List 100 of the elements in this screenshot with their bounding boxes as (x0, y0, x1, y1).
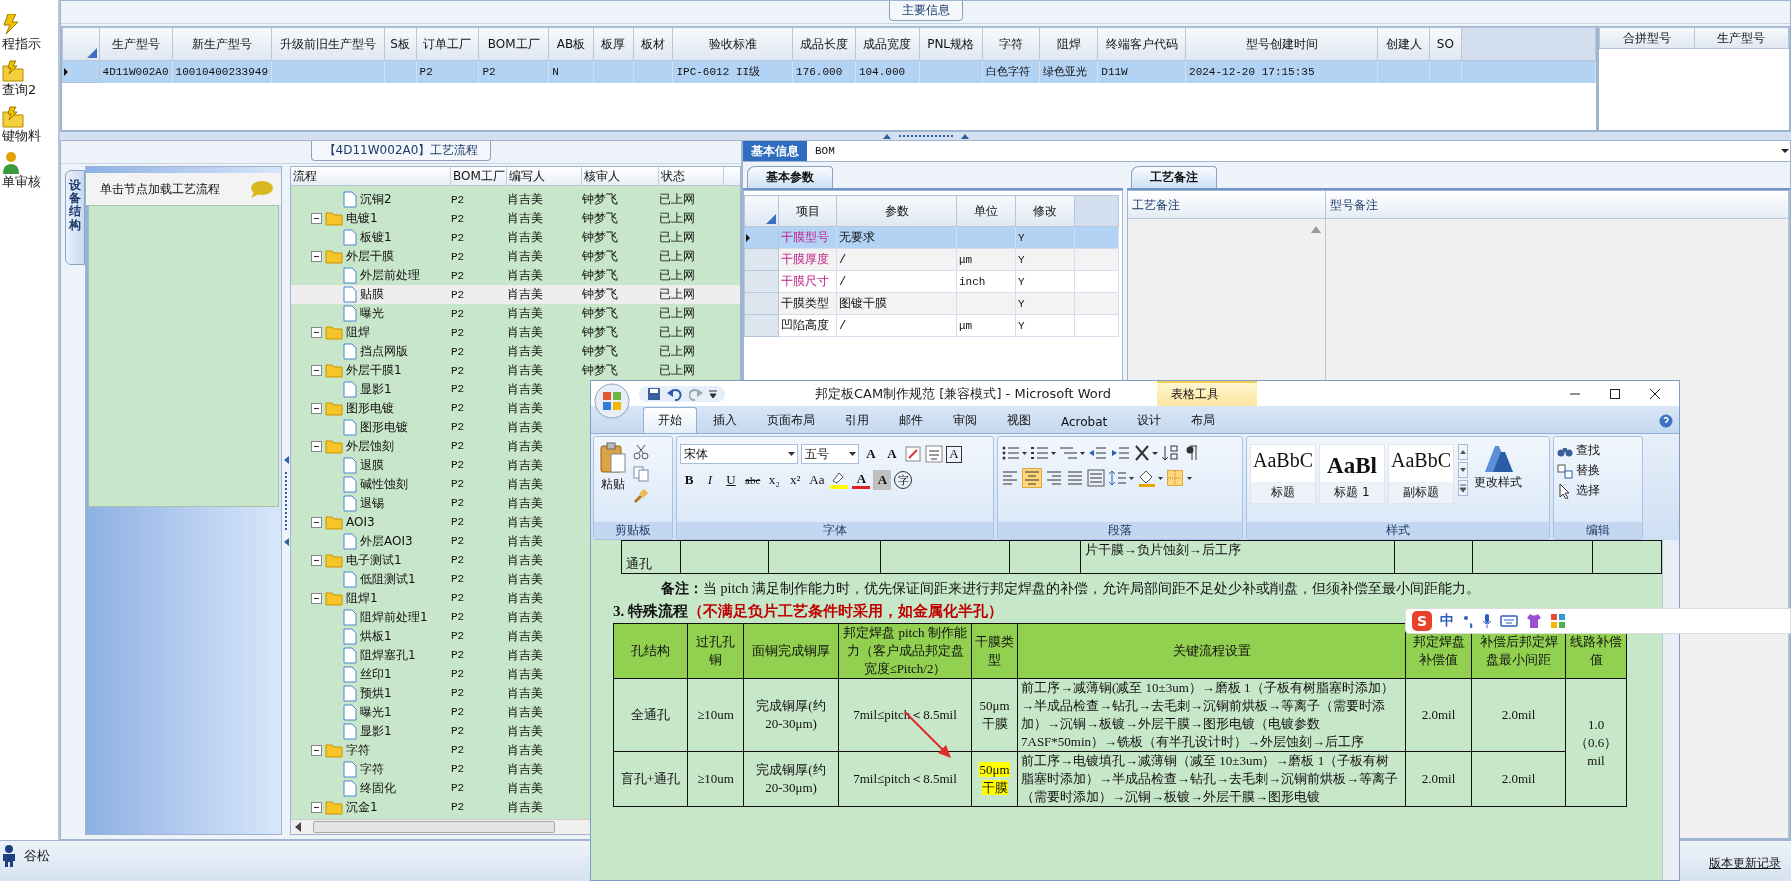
column-header[interactable]: BOM工厂 (451, 167, 507, 185)
tree-row[interactable]: 阻焊1 P2 肖吉美 (291, 589, 582, 608)
paste-button[interactable]: 粘贴 (597, 440, 629, 519)
collapse-icon[interactable] (311, 365, 322, 376)
ime-logo[interactable]: S (1412, 611, 1432, 631)
splitter-grip-icon[interactable] (880, 133, 971, 139)
column-header[interactable]: 型号备注 (1326, 191, 1789, 219)
format-button[interactable]: x² (786, 470, 805, 490)
tree-row[interactable]: 沉铜2 P2 肖吉美 钟梦飞 已上网 (291, 190, 740, 209)
format-button[interactable]: A (873, 470, 892, 490)
collapse-icon[interactable] (311, 744, 322, 756)
scroll-up-icon[interactable] (1458, 444, 1468, 460)
table-row[interactable]: 干膜厚度 / μm Y (744, 248, 1119, 271)
column-header[interactable]: 单位 (956, 195, 1016, 227)
column-header[interactable]: 升级前旧生产型号 (271, 27, 385, 61)
save-icon[interactable] (647, 386, 661, 401)
table-row[interactable]: 干膜型号 无要求 Y (744, 226, 1119, 249)
tree-row[interactable]: 曝光 P2 肖吉美 钟梦飞 已上网 (291, 304, 740, 323)
column-header[interactable]: 验收标准 (672, 27, 793, 61)
tree-row[interactable]: 挡点网版 P2 肖吉美 钟梦飞 已上网 (291, 342, 740, 361)
tree-row[interactable]: 终固化 P2 肖吉美 (291, 779, 582, 798)
format-button[interactable]: x₂ (765, 470, 784, 490)
customize-caret-icon[interactable] (709, 388, 717, 399)
tree-row[interactable]: 碱性蚀刻 P2 肖吉美 (291, 475, 582, 494)
tree-row[interactable]: 阻焊前处理1 P2 肖吉美 (291, 608, 582, 627)
font-name-field[interactable]: 宋体 (680, 444, 798, 464)
column-header[interactable]: 工艺备注 (1128, 191, 1326, 219)
collapse-icon[interactable] (311, 592, 322, 604)
side-tab[interactable]: 设备结构 (65, 170, 85, 265)
tree-row[interactable]: AOI3 P2 肖吉美 (291, 513, 582, 532)
align-center-icon[interactable] (1022, 468, 1042, 488)
collapse-icon[interactable] (311, 554, 322, 566)
tab[interactable]: 基本信息 (743, 141, 807, 161)
column-header[interactable]: S板 (384, 27, 417, 61)
help-icon[interactable] (1659, 414, 1673, 428)
multilevel-list-icon[interactable] (1059, 444, 1085, 462)
microphone-icon[interactable] (1482, 613, 1492, 629)
column-header[interactable]: 创建人 (1377, 27, 1430, 61)
more-icon[interactable] (1458, 480, 1468, 496)
ribbon-tab[interactable]: 审阅 (939, 408, 991, 433)
grid-icon[interactable] (1550, 613, 1566, 629)
align-left-icon[interactable] (1001, 469, 1019, 487)
line-spacing-icon[interactable] (1108, 469, 1134, 487)
numbered-list-icon[interactable] (1030, 444, 1056, 462)
nav-item[interactable]: 键物料 (0, 106, 58, 144)
format-button[interactable]: A (946, 445, 962, 463)
tab[interactable]: 基本参数 (747, 166, 833, 188)
nav-item[interactable]: 程指示 (0, 14, 58, 52)
column-header[interactable]: 状态 (659, 167, 724, 185)
nav-item[interactable]: 查询2 (0, 60, 58, 98)
tree-row[interactable]: 字符 P2 肖吉美 (291, 760, 582, 779)
format-button[interactable]: U (722, 470, 740, 490)
tree-row[interactable]: 退锡 P2 肖吉美 (291, 494, 582, 513)
tree-row[interactable]: 低阻测试1 P2 肖吉美 (291, 570, 582, 589)
tree-row[interactable]: 电镀1 P2 肖吉美 钟梦飞 已上网 (291, 209, 740, 228)
column-header[interactable]: 项目 (778, 195, 837, 227)
tree-row[interactable]: 曝光1 P2 肖吉美 (291, 703, 582, 722)
phonetic-guide-icon[interactable] (925, 445, 943, 463)
column-header[interactable]: AB板 (548, 27, 594, 61)
tree-row[interactable]: 外层干膜1 P2 肖吉美 钟梦飞 已上网 (291, 361, 740, 380)
format-button[interactable]: Aa (807, 470, 827, 490)
editing-button[interactable]: 查找 (1557, 442, 1600, 459)
increase-indent-icon[interactable] (1111, 444, 1131, 462)
shirt-icon[interactable] (1526, 613, 1542, 629)
scrollbar[interactable] (1662, 540, 1679, 880)
tree-row[interactable]: 外层前处理 P2 肖吉美 钟梦飞 已上网 (291, 266, 740, 285)
version-log-link[interactable]: 版本更新记录 (1709, 855, 1781, 872)
style-option[interactable]: AaBbC 副标题 (1388, 444, 1454, 504)
tree-row[interactable]: 显影1 P2 肖吉美 (291, 722, 582, 741)
column-header[interactable]: 新生产型号 (172, 27, 272, 61)
table-row[interactable]: 凹陷高度 / μm Y (744, 314, 1119, 337)
highlighter-icon[interactable] (829, 471, 850, 489)
tree-row[interactable]: 外层AOI3 P2 肖吉美 (291, 532, 582, 551)
table-row[interactable]: 干膜尺寸 / inch Y (744, 270, 1119, 293)
column-header[interactable]: 终端客户代码 (1097, 27, 1186, 61)
brush-icon[interactable] (633, 488, 649, 504)
column-header[interactable]: 合拼型号 (1599, 27, 1694, 49)
column-header[interactable]: 核审人 (582, 167, 659, 185)
ribbon-tab[interactable]: 视图 (993, 408, 1045, 433)
tree-row[interactable]: 阻焊塞孔1 P2 肖吉美 (291, 646, 582, 665)
format-button[interactable]: abc (743, 470, 763, 490)
align-right-icon[interactable] (1045, 469, 1063, 487)
ribbon-tab[interactable]: Acrobat (1047, 411, 1122, 433)
column-header[interactable]: 阻焊 (1039, 27, 1098, 61)
tree-row[interactable]: 丝印1 P2 肖吉美 (291, 665, 582, 684)
asian-layout-icon[interactable] (1134, 444, 1158, 462)
format-button[interactable]: A (883, 444, 901, 464)
decrease-indent-icon[interactable] (1088, 444, 1108, 462)
ribbon-tab[interactable]: 布局 (1177, 408, 1230, 433)
tree-row[interactable]: 图形电镀 P2 肖吉美 (291, 418, 582, 437)
ribbon-tab[interactable]: 引用 (831, 408, 883, 433)
scroll-left-icon[interactable] (295, 822, 301, 832)
splitter-grip-icon[interactable] (283, 455, 289, 546)
collapse-icon[interactable] (311, 801, 322, 813)
tree-row[interactable]: 预烘1 P2 肖吉美 (291, 684, 582, 703)
collapse-icon[interactable] (311, 516, 322, 528)
format-button[interactable]: B (680, 470, 698, 490)
column-header[interactable]: 成品宽度 (855, 27, 920, 61)
tree-row[interactable]: 板镀1 P2 肖吉美 钟梦飞 已上网 (291, 228, 740, 247)
collapse-icon[interactable] (311, 327, 322, 338)
